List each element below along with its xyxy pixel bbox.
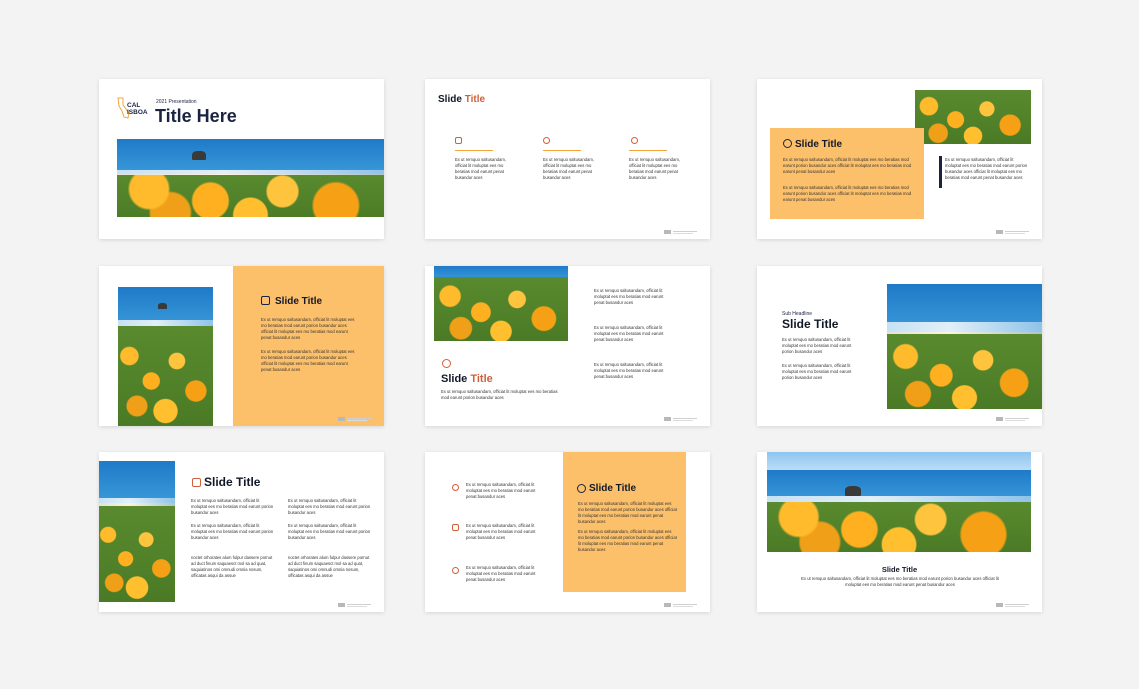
orange-panel — [233, 266, 384, 426]
footer-logo — [996, 230, 1034, 234]
panel-text: Ex ut remquo saltusandam, officiat lit m… — [578, 501, 677, 524]
slide-title: Slide Title — [204, 475, 261, 489]
divider — [543, 150, 581, 151]
panel-text: Ex ut remquo saltusandam, officiat lit m… — [783, 157, 912, 174]
location-pin-icon — [543, 137, 550, 144]
bullet-text: noctet orhorates alum fulpur dassere por… — [288, 555, 370, 578]
bullet-text: Ex ut remquo saltusandam, officiat lit m… — [191, 498, 274, 515]
flower-icon — [442, 359, 451, 368]
location-pin-icon — [452, 484, 459, 491]
coastal-poppies-photo — [434, 266, 568, 341]
slide-title: Slide Title — [275, 296, 323, 307]
list-text: Ex ut remquo saltusandam, officiat lit m… — [594, 288, 664, 305]
slide-thumbnail-7[interactable]: Slide Title Ex ut remquo saltusandam, of… — [99, 452, 384, 612]
slide-thumbnail-8[interactable]: Ex ut remquo saltusandam, officiat lit m… — [425, 452, 710, 612]
footer-logo — [996, 417, 1034, 421]
logo-text-bottom: ISBOA — [127, 109, 148, 116]
slide-title: Slide Title — [438, 94, 485, 105]
slide-thumbnail-9[interactable]: Slide Title Ex ut remquo saltusandam, of… — [757, 452, 1042, 612]
slide-title: Slide Title — [881, 565, 918, 574]
footer-logo — [996, 603, 1034, 607]
bullet-text: Ex ut remquo saltusandam, officiat lit m… — [191, 523, 274, 540]
accent-bar — [939, 156, 942, 188]
footer-logo — [664, 603, 702, 607]
list-text: Ex ut remquo saltusandam, officiat lit m… — [466, 523, 536, 540]
lightbulb-icon — [631, 137, 638, 144]
bullet-text: Ex ut remquo saltusandam, officiat lit m… — [288, 498, 371, 515]
panel-text: Ex ut remquo saltusandam, officiat lit m… — [261, 349, 355, 372]
ladder-icon — [455, 137, 462, 144]
globe-icon — [783, 139, 792, 148]
slide-thumbnail-6[interactable]: Sub Headline Slide Title Ex ut remquo sa… — [757, 266, 1042, 426]
slide-title-part2: Title — [470, 373, 493, 385]
coastal-poppies-photo — [99, 461, 175, 602]
side-text: Ex ut remquo saltusandam, officiat lit m… — [945, 157, 1028, 180]
divider — [455, 150, 493, 151]
slide-title: Slide Title — [441, 373, 493, 385]
list-text: Ex ut remquo saltusandam, officiat lit m… — [466, 565, 536, 582]
slide-thumbnail-3[interactable]: Slide Title Ex ut remquo saltusandam, of… — [757, 79, 1042, 239]
body-text: Ex ut remquo saltusandam, officiat lit m… — [782, 363, 852, 380]
coastal-poppies-photo — [118, 287, 213, 426]
slide-title-part1: Slide — [441, 373, 468, 385]
slide-thumbnail-1[interactable]: CAL ISBOA 2021 Presentation Title Here — [99, 79, 384, 239]
lightbulb-icon — [452, 567, 459, 574]
column-text: Ex ut remquo saltusandam, officiat lit m… — [455, 157, 506, 180]
slide-thumbnail-5[interactable]: Slide Title Ex ut remquo saltusandam, of… — [425, 266, 710, 426]
coastal-poppies-photo — [767, 452, 1031, 552]
bullet-text: Ex ut remquo saltusandam, officiat lit m… — [288, 523, 371, 540]
poppies-photo — [915, 90, 1031, 144]
globe-icon — [261, 296, 270, 305]
ladder-icon — [192, 478, 201, 487]
slide-title-part2: Title — [464, 94, 486, 105]
column-text: Ex ut remquo saltusandam, officiat lit m… — [543, 157, 594, 180]
slide-title: Slide Title — [782, 317, 839, 331]
panel-text: Ex ut remquo saltusandam, officiat lit m… — [578, 529, 677, 552]
slide-title: Slide Title — [795, 139, 843, 150]
panel-text: Ex ut remquo saltusandam, officiat lit m… — [261, 317, 355, 340]
footer-logo — [664, 417, 702, 421]
globe-icon — [577, 484, 586, 493]
logo-text-top: CAL — [127, 102, 141, 109]
slide-thumbnail-2[interactable]: Slide Title Ex ut remquo saltusandam, of… — [425, 79, 710, 239]
coastal-poppies-photo — [117, 139, 384, 217]
divider — [629, 150, 667, 151]
footer-logo — [338, 603, 376, 607]
panel-text: Ex ut remquo saltusandam, officiat lit m… — [783, 185, 912, 202]
caption-text: Ex ut remquo saltusandam, officiat lit m… — [801, 576, 999, 587]
list-text: Ex ut remquo saltusandam, officiat lit m… — [466, 482, 536, 499]
footer-logo — [664, 230, 702, 234]
bullet-text: noctet orhorates alum fulpur dassere por… — [191, 555, 273, 578]
body-text: Ex ut remquo saltusandam, officiat lit m… — [782, 337, 852, 354]
ladder-icon — [452, 524, 459, 531]
coastal-poppies-photo — [887, 284, 1042, 409]
list-text: Ex ut remquo saltusandam, officiat lit m… — [594, 325, 664, 342]
slide-thumbnail-4[interactable]: Slide Title Ex ut remquo saltusandam, of… — [99, 266, 384, 426]
slide-title-part1: Slide — [438, 94, 462, 105]
intro-text: Ex ut remquo saltusandam, officiat lit m… — [441, 389, 558, 400]
column-text: Ex ut remquo saltusandam, officiat lit m… — [629, 157, 680, 180]
presentation-title: Title Here — [155, 106, 237, 126]
presentation-subtitle: 2021 Presentation — [156, 99, 197, 105]
slide-title: Slide Title — [589, 483, 637, 494]
footer-logo — [338, 417, 376, 421]
list-text: Ex ut remquo saltusandam, officiat lit m… — [594, 362, 664, 379]
